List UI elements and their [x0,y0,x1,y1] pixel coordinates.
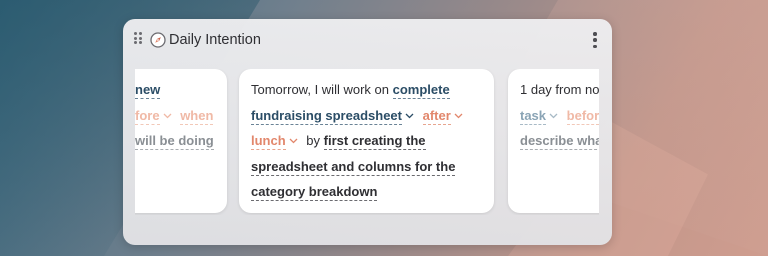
card-text: new fore when will be doing [135,77,225,154]
card-text: Tomorrow, I will work on complete fundra… [251,77,486,205]
compass-icon [150,32,166,48]
method-field[interactable]: describe wha [520,133,599,150]
task-field[interactable]: task [520,107,547,125]
task-field[interactable]: complete [392,82,450,99]
task-chevron-down-icon[interactable] [549,113,559,119]
widget-title: Daily Intention [169,32,261,48]
drag-handle-icon[interactable] [134,32,142,44]
intention-card-next[interactable]: 1 day from now task befor describe wha [508,69,599,213]
task-field-continued[interactable]: fundraising spreadsheet [251,107,402,125]
timing-field[interactable]: after [422,107,451,125]
timing-field[interactable]: fore [135,107,160,125]
method-field[interactable]: will be doing [135,133,214,150]
method-field[interactable]: first creating the [323,133,426,150]
method-field-continued[interactable]: spreadsheet and columns for the [251,158,456,176]
chevron-down-icon[interactable] [163,113,173,119]
task-field[interactable]: new [135,82,161,99]
anchor-field[interactable]: when [180,107,214,125]
intention-prefix: Tomorrow, I will work on [251,82,389,97]
more-options-icon[interactable] [592,32,598,48]
intention-prefix: 1 day from now [520,82,599,97]
anchor-field[interactable]: lunch [251,133,286,150]
card-text: 1 day from now task befor describe wha [520,77,599,154]
task-chevron-down-icon[interactable] [405,113,415,119]
intention-card-previous[interactable]: new fore when will be doing [135,69,227,213]
by-word: by [306,133,321,148]
daily-intention-widget: Daily Intention new fore when will be do… [123,19,612,245]
method-field-end[interactable]: category breakdown [251,184,378,201]
anchor-chevron-down-icon[interactable] [289,138,299,144]
timing-field[interactable]: befor [566,107,599,125]
timing-chevron-down-icon[interactable] [454,113,464,119]
widget-header: Daily Intention [123,19,612,61]
intention-card-current[interactable]: Tomorrow, I will work on complete fundra… [239,69,494,213]
intention-carousel[interactable]: new fore when will be doing Tomorrow, I … [135,69,599,215]
